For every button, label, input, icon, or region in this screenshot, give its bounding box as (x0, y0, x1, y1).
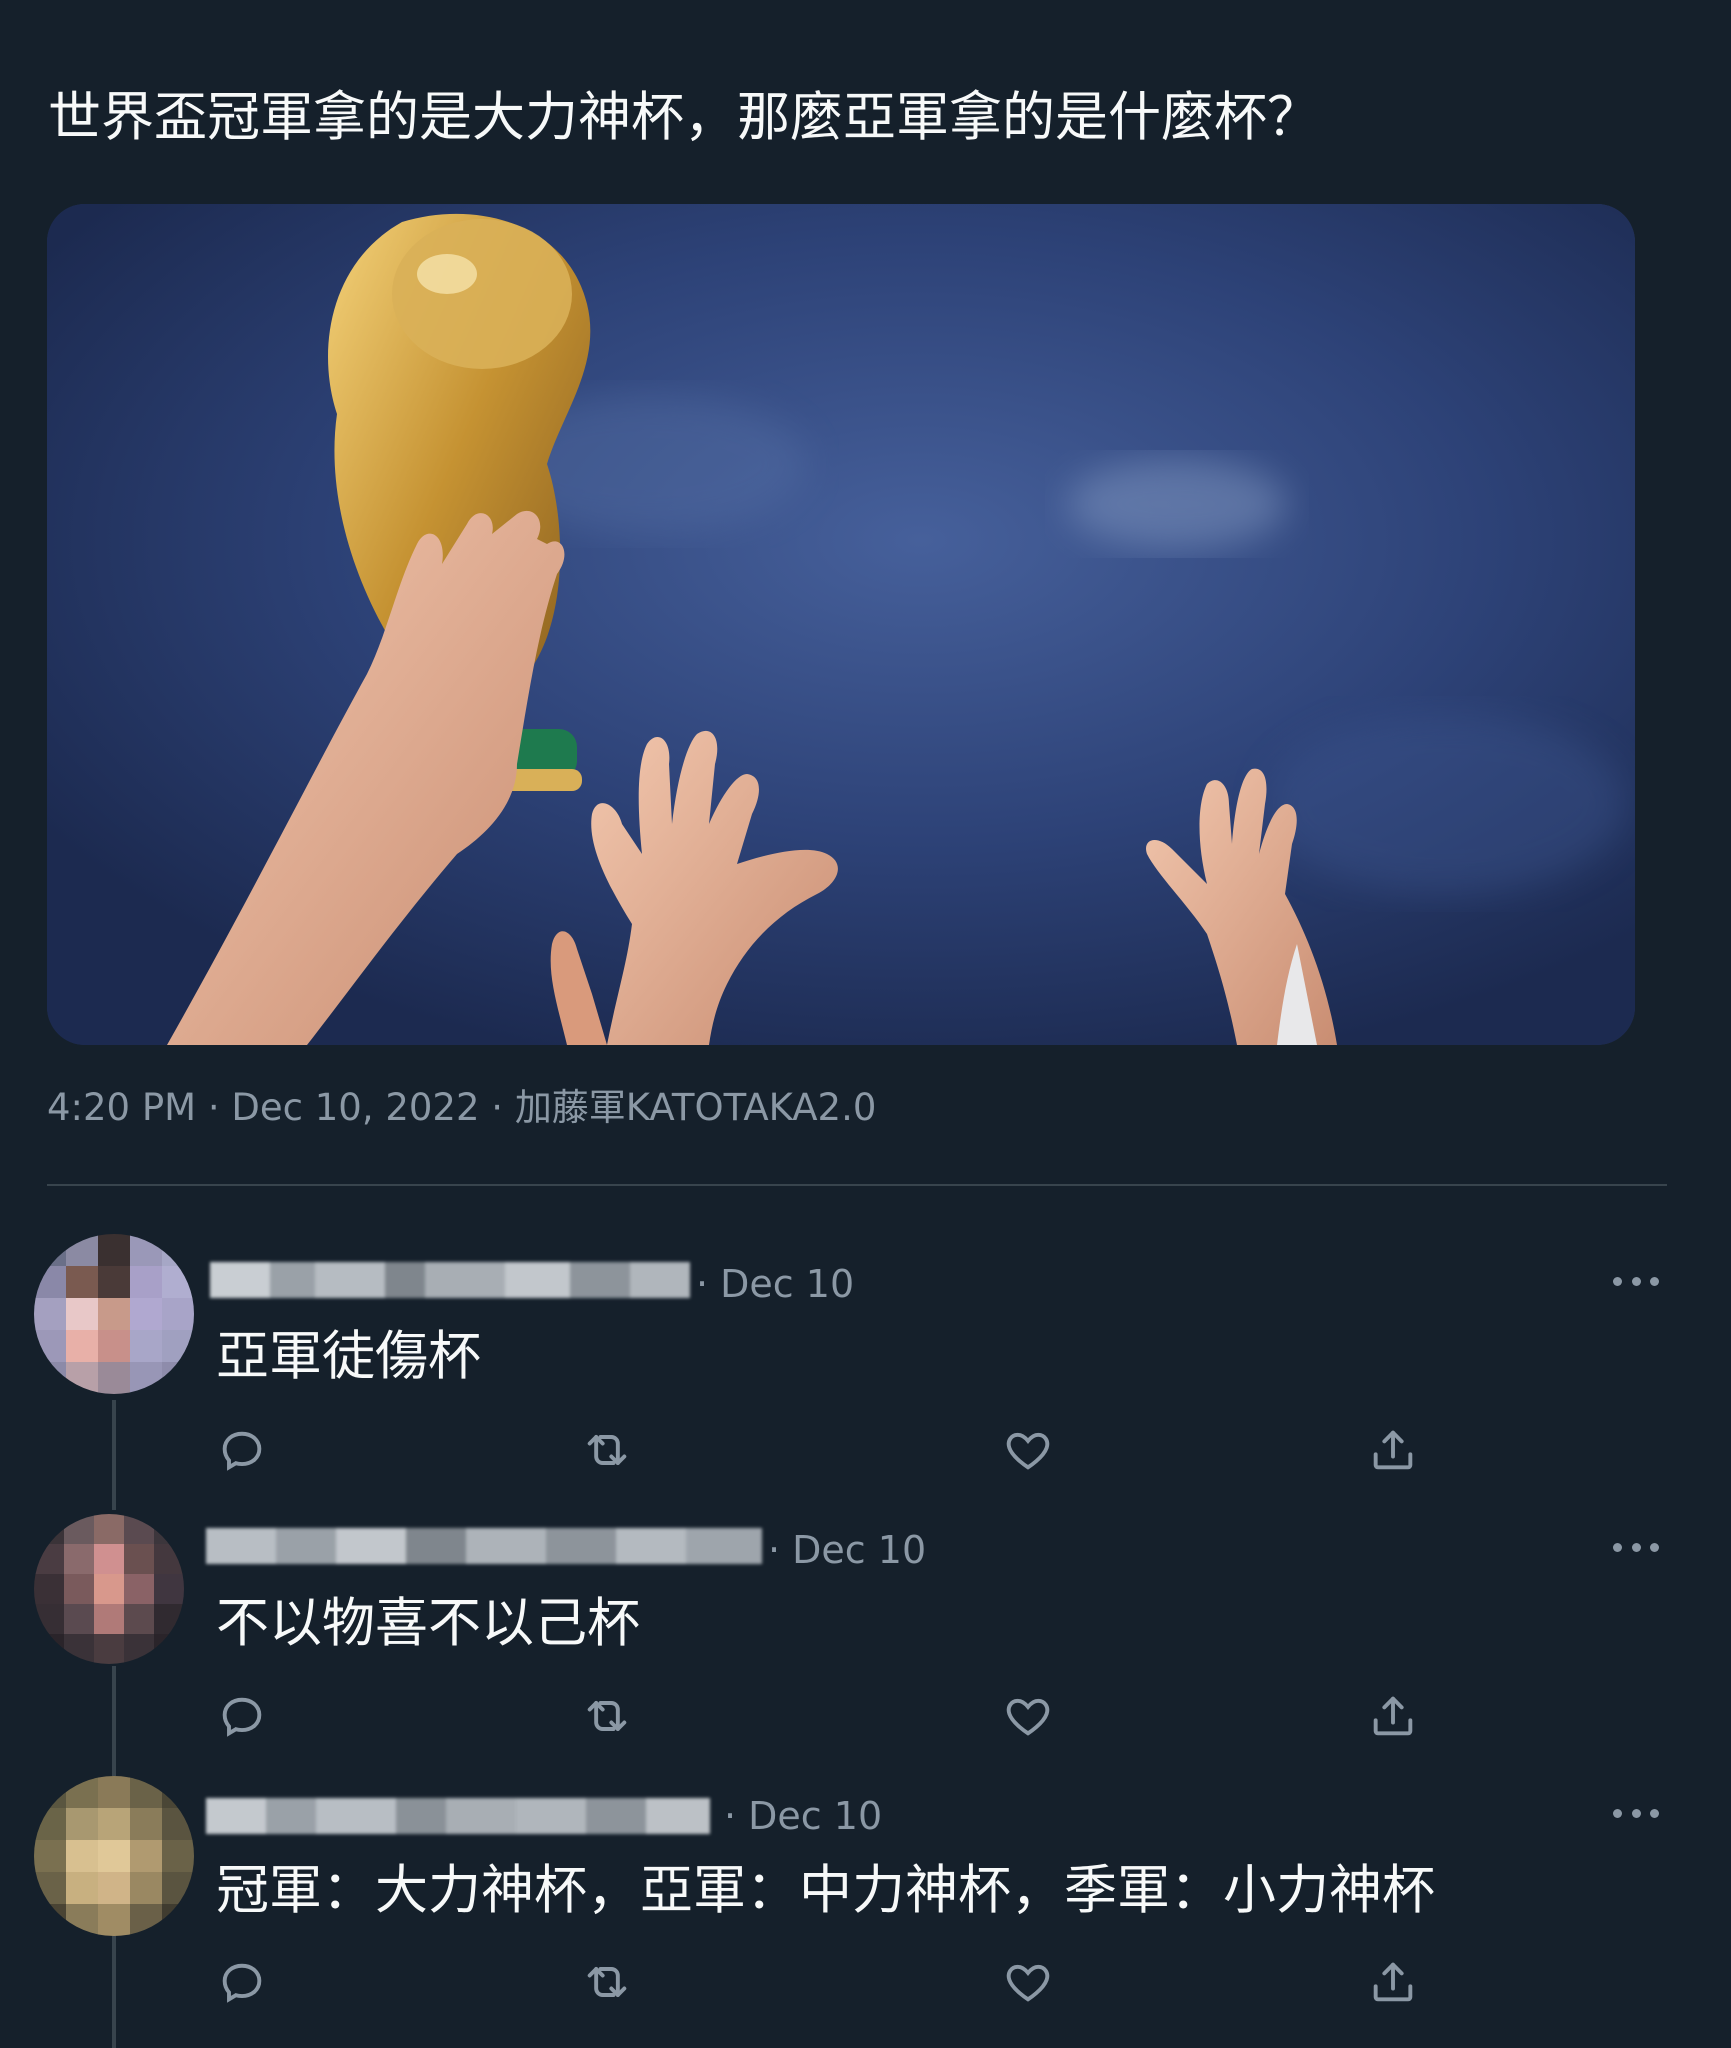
reply-date[interactable]: · Dec 10 (696, 1260, 854, 1308)
reply-text: 冠軍：大力神杯，亞軍：中力神杯，季軍：小力神杯 (216, 1860, 1435, 1921)
retweet-icon[interactable] (581, 1424, 633, 1476)
reply-icon[interactable] (216, 1424, 268, 1476)
tweet-time[interactable]: 4:20 PM (47, 1086, 196, 1129)
reply-icon[interactable] (216, 1690, 268, 1742)
reply-text: 亞軍徒傷杯 (216, 1326, 481, 1387)
like-icon[interactable] (1002, 1956, 1054, 2008)
thread-line (112, 1932, 116, 2048)
more-icon[interactable] (1613, 1540, 1659, 1554)
avatar[interactable] (34, 1776, 194, 1936)
blurred-username[interactable] (210, 1262, 690, 1298)
meta-separator: · (479, 1086, 515, 1129)
tweet-date[interactable]: Dec 10, 2022 (231, 1086, 479, 1129)
tweet-meta: 4:20 PM · Dec 10, 2022 · 加藤軍KATOTAKA2.0 (47, 1080, 876, 1136)
share-icon[interactable] (1367, 1956, 1419, 2008)
reply-date[interactable]: · Dec 10 (724, 1792, 882, 1840)
reply-icon[interactable] (216, 1956, 268, 2008)
reply-date[interactable]: · Dec 10 (768, 1526, 926, 1574)
more-icon[interactable] (1613, 1806, 1659, 1820)
like-icon[interactable] (1002, 1690, 1054, 1742)
tweet-text: 世界盃冠軍拿的是大力神杯，那麼亞軍拿的是什麼杯？ (48, 87, 1320, 148)
avatar[interactable] (34, 1234, 194, 1394)
reply-item[interactable]: · Dec 10 亞軍徒傷杯 (0, 1230, 1731, 1510)
blurred-username[interactable] (206, 1528, 762, 1564)
thread-line (112, 1666, 116, 1776)
like-icon[interactable] (1002, 1424, 1054, 1476)
blurred-username[interactable] (206, 1798, 710, 1834)
tweet-photo[interactable] (47, 204, 1635, 1045)
meta-separator: · (196, 1086, 232, 1129)
reply-text: 不以物喜不以己杯 (216, 1593, 640, 1654)
more-icon[interactable] (1613, 1274, 1659, 1288)
share-icon[interactable] (1367, 1424, 1419, 1476)
thread-line (112, 1400, 116, 1510)
avatar[interactable] (34, 1514, 184, 1664)
divider (47, 1184, 1667, 1186)
retweet-icon[interactable] (581, 1956, 633, 2008)
retweet-icon[interactable] (581, 1690, 633, 1742)
trophy-photo-image (47, 204, 1635, 1045)
reply-item[interactable]: · Dec 10 不以物喜不以己杯 (0, 1496, 1731, 1776)
tweet-source[interactable]: 加藤軍KATOTAKA2.0 (515, 1086, 877, 1129)
share-icon[interactable] (1367, 1690, 1419, 1742)
reply-item[interactable]: · Dec 10 冠軍：大力神杯，亞軍：中力神杯，季軍：小力神杯 (0, 1762, 1731, 2048)
